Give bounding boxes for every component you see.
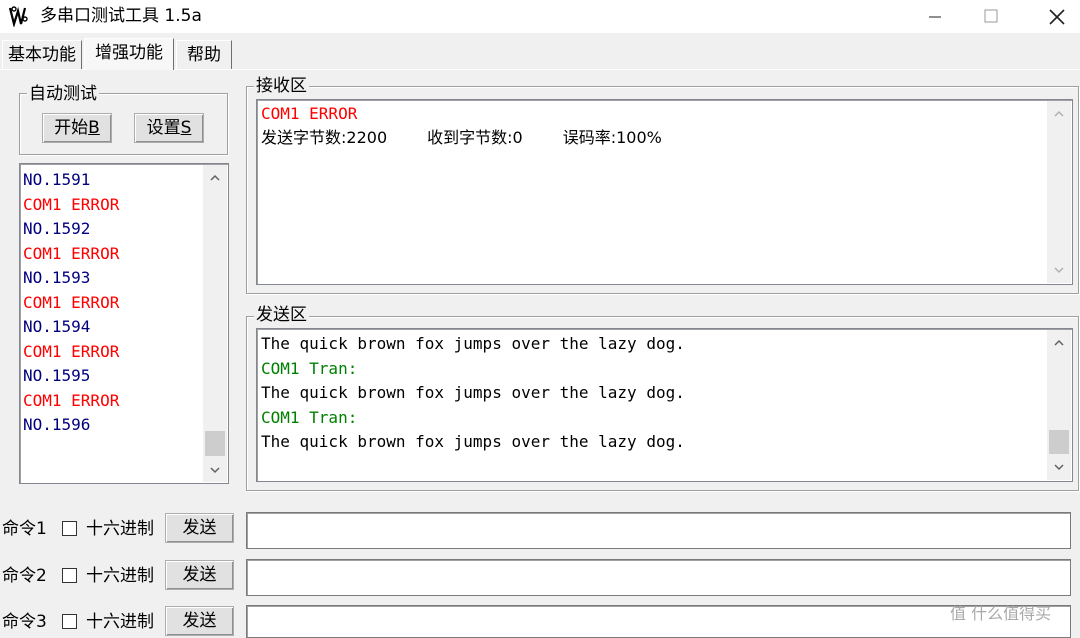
scroll-up-icon[interactable] xyxy=(1047,334,1071,354)
log-line: NO.1592 xyxy=(23,219,91,238)
received-bytes-value: 0 xyxy=(512,128,523,147)
watermark: 值 什么值得买 xyxy=(950,600,1051,624)
tab-label: 基本功能 xyxy=(8,45,76,65)
close-button[interactable] xyxy=(1034,0,1080,33)
test-log-list[interactable]: NO.1591 COM1 ERROR NO.1592 COM1 ERROR NO.159… xyxy=(19,163,229,484)
sent-bytes-value: 2200 xyxy=(346,128,388,147)
command-3-input[interactable] xyxy=(246,605,1071,638)
log-scrollbar[interactable] xyxy=(203,165,227,482)
log-line: COM1 ERROR xyxy=(23,243,120,263)
log-line: COM1 ERROR xyxy=(23,194,120,214)
send-line: The quick brown fox jumps over the lazy … xyxy=(261,334,685,353)
watermark-text: 值 什么值得买 xyxy=(950,604,1052,623)
settings-button-label: 设置 xyxy=(146,118,181,138)
send-line: COM1 Tran: xyxy=(261,407,358,427)
scroll-down-icon[interactable] xyxy=(1047,458,1071,478)
start-hotkey: B xyxy=(88,118,100,138)
window-title: 多串口测试工具 1.5a xyxy=(40,6,202,26)
command-1-send-button[interactable]: 发送 xyxy=(165,513,234,543)
minimize-button[interactable] xyxy=(912,0,958,33)
scroll-down-icon[interactable] xyxy=(203,461,227,481)
receive-error-line: COM1 ERROR xyxy=(261,104,358,123)
send-lines: The quick brown fox jumps over the lazy … xyxy=(261,332,1041,480)
send-line: COM1 Tran: xyxy=(261,358,358,378)
command-1-hex-label: 十六进制 xyxy=(86,519,154,539)
log-line: COM1 ERROR xyxy=(23,341,120,361)
log-line: NO.1595 xyxy=(23,366,91,385)
log-line: NO.1594 xyxy=(23,317,91,336)
send-label: 发送区 xyxy=(254,305,309,325)
command-3-hex-label: 十六进制 xyxy=(86,612,154,632)
tab-label: 帮助 xyxy=(187,45,221,65)
start-button-label: 开始 xyxy=(54,118,89,138)
receive-scrollbar[interactable] xyxy=(1047,101,1071,283)
send-line: The quick brown fox jumps over the lazy … xyxy=(261,432,685,451)
send-textarea[interactable]: The quick brown fox jumps over the lazy … xyxy=(256,328,1073,482)
tab-label: 增强功能 xyxy=(95,43,163,63)
log-line: COM1 ERROR xyxy=(23,292,120,312)
sent-bytes-label: 发送字节数: xyxy=(261,128,347,147)
received-bytes-label: 收到字节数: xyxy=(427,128,513,147)
receive-stats-line: 发送字节数:2200 收到字节数:0 误码率:100% xyxy=(261,126,662,151)
command-2-hex-checkbox[interactable] xyxy=(62,568,77,583)
scroll-thumb[interactable] xyxy=(1049,430,1069,454)
scroll-up-icon[interactable] xyxy=(203,169,227,189)
maximize-button[interactable] xyxy=(968,0,1014,33)
receive-textarea[interactable]: COM1 ERROR 发送字节数:2200 收到字节数:0 误码率:100% xyxy=(256,99,1073,285)
log-line: NO.1596 xyxy=(23,415,91,434)
command-1-input[interactable] xyxy=(246,512,1071,549)
log-line: NO.1591 xyxy=(23,170,91,189)
minimize-icon xyxy=(929,16,941,18)
tab-basic[interactable]: 基本功能 xyxy=(2,40,82,69)
maximize-icon xyxy=(984,9,998,23)
command-1-label: 命令1 xyxy=(2,519,47,539)
scroll-thumb[interactable] xyxy=(205,431,225,456)
tab-help[interactable]: 帮助 xyxy=(176,40,232,69)
settings-hotkey: S xyxy=(180,118,192,138)
error-rate-label: 误码率: xyxy=(562,128,617,147)
settings-button[interactable]: 设置S xyxy=(134,113,204,143)
receive-label: 接收区 xyxy=(254,76,309,96)
scroll-down-icon[interactable] xyxy=(1047,261,1071,281)
tab-enhanced[interactable]: 增强功能 xyxy=(84,38,174,70)
log-line: NO.1593 xyxy=(23,268,91,287)
command-2-send-button[interactable]: 发送 xyxy=(165,560,234,590)
command-2-hex-label: 十六进制 xyxy=(86,566,154,586)
log-line: COM1 ERROR xyxy=(23,390,120,410)
command-3-label: 命令3 xyxy=(2,612,47,632)
command-1-hex-checkbox[interactable] xyxy=(62,521,77,536)
send-line: The quick brown fox jumps over the lazy … xyxy=(261,383,685,402)
send-scrollbar[interactable] xyxy=(1047,330,1071,480)
start-button[interactable]: 开始B xyxy=(42,113,112,143)
command-3-send-button[interactable]: 发送 xyxy=(165,606,234,636)
app-icon xyxy=(8,5,30,29)
command-2-label: 命令2 xyxy=(2,566,47,586)
log-lines: NO.1591 COM1 ERROR NO.1592 COM1 ERROR NO.159… xyxy=(23,168,201,478)
error-rate-value: 100% xyxy=(616,128,662,147)
scroll-up-icon[interactable] xyxy=(1047,105,1071,125)
command-2-input[interactable] xyxy=(246,559,1071,596)
auto-test-label: 自动测试 xyxy=(27,84,99,104)
close-icon xyxy=(1049,9,1065,25)
command-3-hex-checkbox[interactable] xyxy=(62,614,77,629)
title-bar: 多串口测试工具 1.5a xyxy=(0,0,1080,33)
